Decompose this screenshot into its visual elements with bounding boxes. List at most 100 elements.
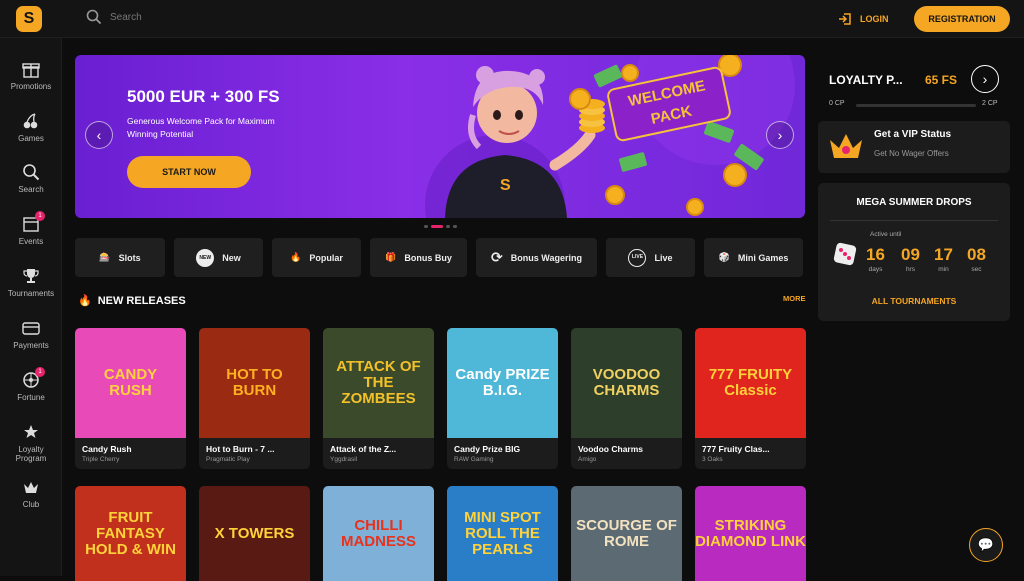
search-placeholder: Search [110,11,142,23]
carousel-dot[interactable] [453,225,457,228]
hero-title: 5000 EUR + 300 FS [127,87,280,106]
category-label: Bonus Buy [404,252,452,263]
category-label: Live [654,252,673,263]
category-bonus-wagering[interactable]: ⟳ Bonus Wagering [476,238,597,277]
sidebar-item-label: Games [18,134,44,143]
category-label: Popular [309,252,343,263]
chat-icon: 💬 [977,537,995,552]
sidebar-item-games[interactable]: Games [0,112,62,143]
mascot-shirt-logo: S [500,177,511,194]
slots-icon: 🎰 [99,252,111,262]
sidebar-item-label: Fortune [17,393,45,402]
category-label: Slots [118,252,141,263]
loyalty-go-button[interactable]: › [971,65,999,93]
gift-icon: 🎁 [385,252,397,262]
tournament-card: MEGA SUMMER DROPS Active until 16 days 09… [818,183,1010,321]
dice-icon: 🎲 [718,252,730,262]
game-thumbnail: CANDY RUSH [75,328,186,438]
game-provider: Amigo [578,456,597,463]
game-thumbnail: 777 FRUITY Classic [695,328,806,438]
cherry-icon [22,112,40,130]
all-tournaments-link[interactable]: ALL TOURNAMENTS [818,296,1010,306]
game-tile[interactable]: CANDY RUSH Candy Rush Triple Cherry [75,328,186,469]
countdown-value: 16 [866,245,885,264]
sidebar-item-events[interactable]: 1 Events [0,211,62,246]
sidebar-item-loyalty[interactable]: Loyalty Program [0,423,62,463]
section-title-label: NEW RELEASES [97,294,186,307]
sidebar-item-promotions[interactable]: Promotions [0,60,62,91]
category-popular[interactable]: 🔥 Popular [272,238,361,277]
game-thumbnail: HOT TO BURN [199,328,310,438]
sidebar-item-label: Loyalty Program [15,445,47,463]
carousel-dot[interactable] [424,225,428,228]
sidebar-item-club[interactable]: Club [0,478,62,509]
game-tile[interactable]: Candy PRIZE B.I.G. Candy Prize BIG RAW Gam… [447,328,558,469]
start-now-button[interactable]: START NOW [127,156,251,188]
sidebar-item-label: Tournaments [7,289,55,298]
logo[interactable]: S [16,6,42,32]
dollar-cycle-icon: ⟳ [491,249,503,265]
game-tile[interactable]: VOODOO CHARMS Voodoo Charms Amigo [571,328,682,469]
hero-banner[interactable]: ‹ › 5000 EUR + 300 FS Generous Welcome P… [75,55,805,218]
sidebar-item-label: Promotions [10,82,52,91]
game-tile[interactable]: FRUIT FANTASY HOLD & WIN [75,486,186,581]
game-tile[interactable]: MINI SPOT ROLL THE PEARLS [447,486,558,581]
fortune-badge: 1 [35,367,45,377]
registration-button[interactable]: REGISTRATION [914,6,1010,32]
countdown-value: 08 [967,245,986,264]
countdown-value: 09 [901,245,920,264]
game-tile[interactable]: SCOURGE OF ROME [571,486,682,581]
countdown-unit: sec [971,266,982,273]
hero-prev-button[interactable]: ‹ [85,121,113,149]
category-slots[interactable]: 🎰 Slots [75,238,165,277]
login-icon [839,13,851,25]
wheel-icon: 1 [22,367,45,389]
carousel-dots [424,225,457,228]
gift-icon [22,60,40,78]
game-tile[interactable]: CHILLI MADNESS [323,486,434,581]
countdown-hours: 09 hrs [901,245,920,273]
sidebar-item-payments[interactable]: Payments [0,319,62,350]
game-name: Candy Prize BIG [454,444,521,454]
countdown-unit: min [938,266,949,273]
sidebar-item-label: Club [22,500,40,509]
game-tile[interactable]: ATTACK OF THE ZOMBEES Attack of the Z... Y… [323,328,434,469]
vip-title: Get a VIP Status [874,129,952,140]
carousel-dot[interactable] [446,225,450,228]
sidebar-item-tournaments[interactable]: Tournaments [0,267,62,298]
chat-button[interactable]: 💬 [969,528,1003,562]
category-label: New [222,252,241,263]
loyalty-title: LOYALTY P... [829,73,903,87]
game-name: Hot to Burn - 7 ... [206,444,275,454]
vip-card[interactable]: Get a VIP Status Get No Wager Offers [818,121,1010,173]
hero-next-button[interactable]: › [766,121,794,149]
game-provider: Pragmatic Play [206,456,250,463]
category-mini-games[interactable]: 🎲 Mini Games [704,238,803,277]
game-name: Voodoo Charms [578,444,644,454]
category-live[interactable]: LIVE Live [606,238,695,277]
loyalty-cp-end: 2 CP [982,100,998,107]
countdown-unit: days [868,266,883,273]
sidebar-item-search[interactable]: Search [0,163,62,194]
dice-icon [833,242,857,266]
category-new[interactable]: NEW New [174,238,263,277]
search-input[interactable]: Search [86,9,142,25]
countdown-value: 17 [934,245,953,264]
game-tile[interactable]: X TOWERS [199,486,310,581]
chevron-right-icon: › [777,127,783,143]
vip-subtitle: Get No Wager Offers [874,149,949,158]
game-name: Attack of the Z... [330,444,397,454]
game-tile[interactable]: 777 FRUITY Classic 777 Fruity Clas... 3 Oa… [695,328,806,469]
tournament-title: MEGA SUMMER DROPS [856,197,972,208]
carousel-dot-active[interactable] [431,225,443,228]
sidebar-item-fortune[interactable]: 1 Fortune [0,367,62,402]
sidebar-item-label: Search [18,185,44,194]
game-tile[interactable]: HOT TO BURN Hot to Burn - 7 ... Pragmatic … [199,328,310,469]
game-name: Candy Rush [82,444,132,454]
card-icon [22,319,40,337]
game-tile[interactable]: STRIKING DIAMOND LINK [695,486,806,581]
more-link[interactable]: MORE [783,294,806,303]
fire-icon: 🔥 [78,295,92,307]
category-bonus-buy[interactable]: 🎁 Bonus Buy [370,238,467,277]
login-button[interactable]: LOGIN [838,12,889,26]
